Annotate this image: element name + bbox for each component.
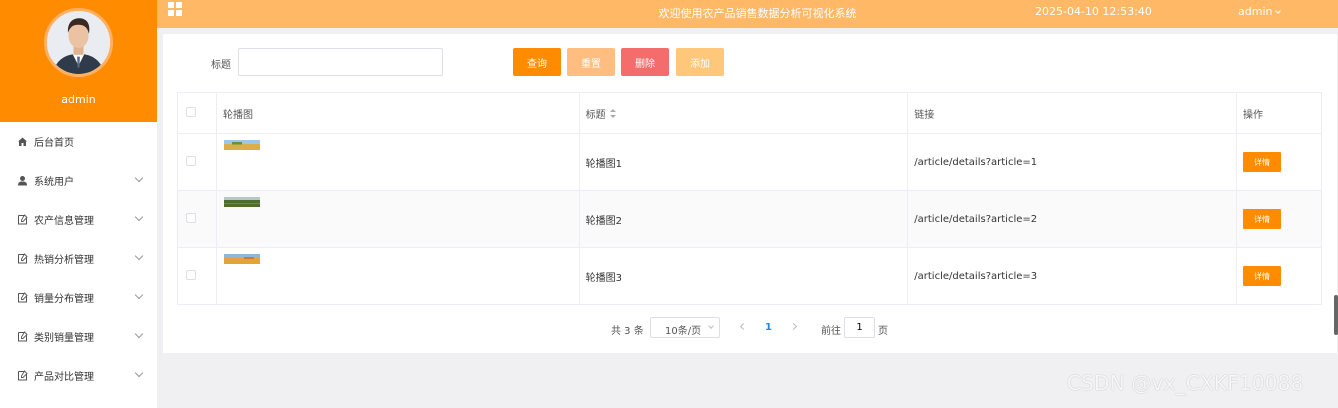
sidebar-item-hot-sales[interactable]: 热销分析管理 (0, 239, 157, 278)
chevron-down-icon (134, 368, 144, 378)
table-header: 轮播图 标题 链接 操作 (177, 92, 1322, 134)
row-title: 轮播图2 (578, 190, 909, 248)
sidebar-item-label: 热销分析管理 (34, 255, 94, 266)
sort-icon[interactable] (609, 109, 616, 118)
sidebar-item-product-info[interactable]: 农产信息管理 (0, 200, 157, 239)
sidebar-item-home[interactable]: 后台首页 (0, 122, 157, 161)
avatar-photo (47, 11, 110, 74)
sidebar-item-label: 产品对比管理 (34, 372, 94, 383)
column-header-actions: 操作 (1236, 92, 1322, 134)
delete-button[interactable]: 删除 (621, 48, 669, 76)
sidebar-item-label: 销量分布管理 (34, 294, 94, 305)
sidebar-item-system-users[interactable]: 系统用户 (0, 161, 157, 200)
top-bar: 欢迎使用农产品销售数据分析可视化系统 2025-04-10 12:53:40 a… (157, 0, 1338, 28)
sidebar-profile: admin (0, 0, 157, 122)
page-unit-label: 页 (878, 326, 888, 337)
row-link: /article/details?article=2 (907, 190, 1238, 248)
pagination: 共 3 条 10条/页 1 前往 页 (163, 317, 1337, 339)
chevron-down-icon (134, 173, 144, 183)
row-title: 轮播图1 (578, 133, 909, 191)
main-panel: 标题 查询 重置 删除 添加 轮播图 标题 链接 操作 轮播图1 /articl… (163, 34, 1337, 353)
pagination-total: 共 3 条 (611, 326, 644, 337)
page-number-current[interactable]: 1 (765, 322, 772, 333)
search-bar: 标题 查询 重置 删除 添加 (163, 48, 1337, 76)
home-icon (17, 136, 28, 147)
row-title: 轮播图3 (578, 247, 909, 305)
sidebar-username: admin (61, 93, 96, 106)
table-row: 轮播图3 /article/details?article=3 详情 (177, 247, 1322, 305)
chevron-down-icon (1275, 8, 1282, 14)
green-field-thumbnail (223, 197, 260, 207)
column-header-image: 轮播图 (215, 92, 580, 134)
column-header-link: 链接 (907, 92, 1238, 134)
current-datetime: 2025-04-10 12:53:40 (1035, 5, 1152, 18)
row-link: /article/details?article=3 (907, 247, 1238, 305)
user-menu-label: admin (1238, 5, 1273, 18)
document-icon (17, 331, 28, 342)
row-checkbox[interactable] (186, 155, 196, 166)
title-search-input[interactable] (238, 48, 443, 76)
goto-page-input[interactable] (844, 317, 875, 338)
chevron-down-icon (134, 290, 144, 300)
sidebar: admin 后台首页 系统用户 农产信息管理 热销分析管理 销量分布管理 类别销… (0, 0, 157, 408)
column-header-title[interactable]: 标题 (578, 92, 909, 134)
sidebar-item-sales-distribution[interactable]: 销量分布管理 (0, 278, 157, 317)
golden-field-thumbnail (223, 254, 260, 264)
watermark: CSDN @vx_CXKF10088 (1067, 371, 1304, 395)
search-label: 标题 (211, 60, 231, 71)
goto-label: 前往 (821, 326, 841, 337)
sidebar-menu: 后台首页 系统用户 农产信息管理 热销分析管理 销量分布管理 类别销量管理 产品… (0, 122, 157, 395)
table-row: 轮播图2 /article/details?article=2 详情 (177, 190, 1322, 248)
user-icon (17, 175, 28, 186)
user-menu[interactable]: admin (1238, 5, 1282, 18)
sidebar-item-category-sales[interactable]: 类别销量管理 (0, 317, 157, 356)
document-icon (17, 253, 28, 264)
row-checkbox[interactable] (186, 212, 196, 223)
row-checkbox[interactable] (186, 269, 196, 280)
sidebar-item-label: 系统用户 (34, 177, 74, 188)
sidebar-item-label: 后台首页 (34, 138, 74, 149)
chevron-down-icon (708, 323, 714, 329)
wheat-field-thumbnail (223, 140, 260, 150)
detail-button[interactable]: 详情 (1243, 152, 1282, 172)
avatar (44, 8, 113, 77)
select-all-checkbox[interactable] (186, 106, 196, 117)
next-page-icon[interactable] (790, 321, 800, 333)
chevron-down-icon (134, 212, 144, 222)
query-button[interactable]: 查询 (513, 48, 561, 76)
prev-page-icon[interactable] (738, 321, 748, 333)
document-icon (17, 292, 28, 303)
table-row: 轮播图1 /article/details?article=1 详情 (177, 133, 1322, 191)
scrollbar-thumb[interactable] (1334, 295, 1338, 335)
row-link: /article/details?article=1 (907, 133, 1238, 191)
sidebar-item-product-compare[interactable]: 产品对比管理 (0, 356, 157, 395)
sidebar-item-label: 农产信息管理 (34, 216, 94, 227)
detail-button[interactable]: 详情 (1243, 266, 1282, 286)
document-icon (17, 214, 28, 225)
document-icon (17, 370, 28, 381)
add-button[interactable]: 添加 (676, 48, 724, 76)
chevron-down-icon (134, 251, 144, 261)
chevron-down-icon (134, 329, 144, 339)
detail-button[interactable]: 详情 (1243, 209, 1282, 229)
page-size-select[interactable]: 10条/页 (650, 317, 720, 338)
page-title: 欢迎使用农产品销售数据分析可视化系统 (658, 7, 857, 20)
sidebar-item-label: 类别销量管理 (34, 333, 94, 344)
carousel-table: 轮播图 标题 链接 操作 轮播图1 /article/details?artic… (177, 92, 1322, 305)
reset-button[interactable]: 重置 (567, 48, 615, 76)
